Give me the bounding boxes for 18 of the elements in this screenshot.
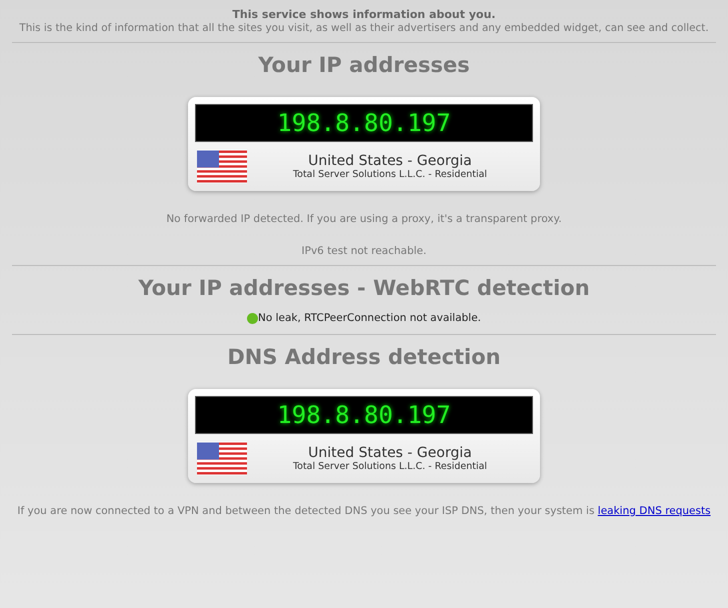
ip-display: 198.8.80.197 [195, 104, 533, 142]
note-text: No forwarded IP detected. If you are using a proxy, it's a transparent proxy. [165, 213, 563, 225]
status-text: No leak, RTCPeerConnection not available. [258, 312, 482, 324]
intro-text: This is the kind of information that all the sites you visit, as well as their advertisers and any embedded widget, can see and collect. [18, 22, 710, 34]
intro-heading: This service shows information about you. [231, 7, 497, 21]
isp-text: Total Server Solutions L.L.C. - Residential [292, 461, 488, 472]
flag-icon [197, 150, 247, 183]
leak-link[interactable]: leaking DNS requests [598, 505, 711, 517]
ip-display: 198.8.80.197 [195, 396, 533, 434]
section-heading: Your IP addresses [257, 53, 471, 77]
section-heading: Your IP addresses - WebRTC detection [137, 276, 591, 300]
note-text: IPv6 test not reachable. [300, 245, 428, 257]
location-text: United States - Georgia [307, 445, 473, 461]
dns-leak-text: If you are now connected to a VPN and between the detected DNS you see your ISP DNS, then your system is leaking DNS requests [16, 505, 712, 517]
isp-text: Total Server Solutions L.L.C. - Residential [292, 169, 488, 180]
flag-icon [197, 442, 247, 475]
section-heading: DNS Address detection [226, 345, 502, 369]
location-text: United States - Georgia [307, 153, 473, 169]
